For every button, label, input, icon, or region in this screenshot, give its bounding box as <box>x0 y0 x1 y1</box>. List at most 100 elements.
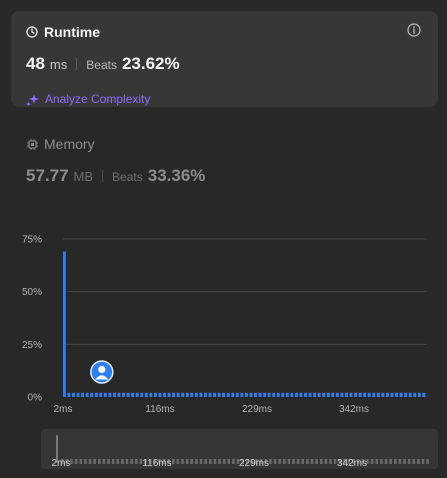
memory-stats: 57.77 MB Beats 33.36% <box>26 166 205 186</box>
chart-bar <box>340 392 344 397</box>
chart-bar <box>194 392 198 397</box>
avatar-head <box>98 365 106 374</box>
chart-bar <box>163 392 166 397</box>
scrubber-mini-bar <box>213 459 217 464</box>
scrubber-mini-bar <box>222 459 226 464</box>
scrubber-label: 342ms <box>337 458 367 469</box>
chart-bar <box>399 392 403 397</box>
info-icon[interactable] <box>407 23 421 37</box>
scrubber-mini-bar <box>227 459 231 464</box>
chart-bar <box>258 392 262 397</box>
runtime-value: 48 <box>26 54 45 73</box>
chip-icon <box>27 138 38 150</box>
scrubber-mini-bar <box>172 459 175 464</box>
scrubber-mini-bar <box>320 459 323 464</box>
scrubber-track[interactable]: 2ms 116ms 229ms 342ms <box>41 429 438 469</box>
scrubber-mini-bar <box>403 459 406 464</box>
scrubber-mini-bar <box>370 459 374 464</box>
x-tick-label: 342ms <box>339 404 369 415</box>
runtime-distribution-chart[interactable]: 75% 50% 25% 0% 2ms 116ms 229ms 342ms <box>0 225 447 420</box>
scrubber-mini-bar <box>306 459 309 464</box>
chart-bar <box>240 392 244 397</box>
chart-bar <box>299 392 303 397</box>
chart-bar <box>67 392 71 397</box>
chart-bar <box>103 392 107 397</box>
range-scrubber[interactable]: 2ms 116ms 229ms 342ms <box>41 429 438 469</box>
scrubber-mini-bar <box>70 459 73 464</box>
chart-bar <box>367 392 371 397</box>
chart-bar <box>349 392 353 397</box>
chart-bar <box>245 392 248 397</box>
chart-bar <box>181 392 185 397</box>
chart-bar <box>313 392 317 397</box>
submission-detail-panel: Runtime 48 ms Beats 23.62% Analyze Compl… <box>0 0 447 478</box>
chart-bar <box>72 392 75 397</box>
chart-bar <box>117 392 121 397</box>
chart-bar <box>217 392 221 397</box>
chart-bar <box>108 392 112 397</box>
scrubber-mini-bar <box>199 459 203 464</box>
user-avatar-marker[interactable] <box>90 360 114 384</box>
chart-bar <box>376 392 380 397</box>
scrubber-mini-bar <box>384 459 388 464</box>
chart-bar <box>331 392 335 397</box>
chart-bar <box>158 392 162 397</box>
chart-bar <box>404 392 408 397</box>
runtime-card[interactable]: Runtime 48 ms Beats 23.62% Analyze Compl… <box>11 11 438 107</box>
scrubber-mini-bar <box>394 459 397 464</box>
chart-bar <box>354 392 358 397</box>
chart-bar <box>381 392 385 397</box>
chart-bar <box>336 392 339 397</box>
chart-bar <box>140 392 144 397</box>
x-tick-label: 229ms <box>242 404 272 415</box>
scrubber-mini-bar <box>107 459 110 464</box>
stat-divider <box>76 58 78 70</box>
scrubber-mini-bar <box>93 459 96 464</box>
chart-bar <box>199 392 203 397</box>
chart-bar <box>408 392 412 397</box>
scrubber-mini-bar <box>269 459 272 464</box>
scrubber-mini-bar <box>195 459 198 464</box>
chart-bar <box>204 392 207 397</box>
scrubber-mini-bar <box>135 459 138 464</box>
chart-bar <box>317 392 321 397</box>
analyze-complexity-button[interactable]: Analyze Complexity <box>26 92 150 106</box>
memory-unit: MB <box>73 169 94 184</box>
scrubber-mini-bar <box>204 459 207 464</box>
scrubber-mini-bar <box>218 459 221 464</box>
scrubber-mini-bar <box>84 459 87 464</box>
scrubber-label: 229ms <box>239 458 269 469</box>
chart-bar <box>263 392 267 397</box>
scrubber-mini-bar <box>102 459 106 464</box>
scrubber-mini-bar <box>116 459 120 464</box>
chart-bar <box>395 392 398 397</box>
chart-bar <box>208 392 212 397</box>
chart-bar <box>272 392 276 397</box>
scrubber-mini-bar <box>426 459 429 464</box>
chart-bar <box>254 392 257 397</box>
scrubber-mini-bar <box>417 459 420 464</box>
chart-bar <box>213 392 216 397</box>
scrubber-mini-bar <box>209 459 212 464</box>
memory-title-text: Memory <box>44 136 95 152</box>
scrubber-mini-bar <box>389 459 392 464</box>
runtime-title-text: Runtime <box>44 24 100 40</box>
scrubber-mini-bar <box>398 459 402 464</box>
scrubber-mini-bar <box>181 459 184 464</box>
chart-bar <box>185 392 189 397</box>
scrubber-mini-bar <box>412 459 416 464</box>
chart-bar <box>113 392 116 397</box>
chart-bar <box>190 392 194 397</box>
memory-title[interactable]: Memory <box>27 136 95 152</box>
chart-bar <box>326 392 330 397</box>
chart-bar <box>144 392 148 397</box>
y-tick-label: 25% <box>22 340 42 351</box>
scrubber-mini-bar <box>130 459 133 464</box>
scrubber-mini-bar <box>310 459 314 464</box>
scrubber-mini-bar <box>232 459 235 464</box>
scrubber-mini-bar <box>287 459 291 464</box>
chart-bar <box>390 392 394 397</box>
scrubber-mini-bar <box>176 459 180 464</box>
scrubber-mini-bar <box>185 459 189 464</box>
chart-bar <box>358 392 362 397</box>
